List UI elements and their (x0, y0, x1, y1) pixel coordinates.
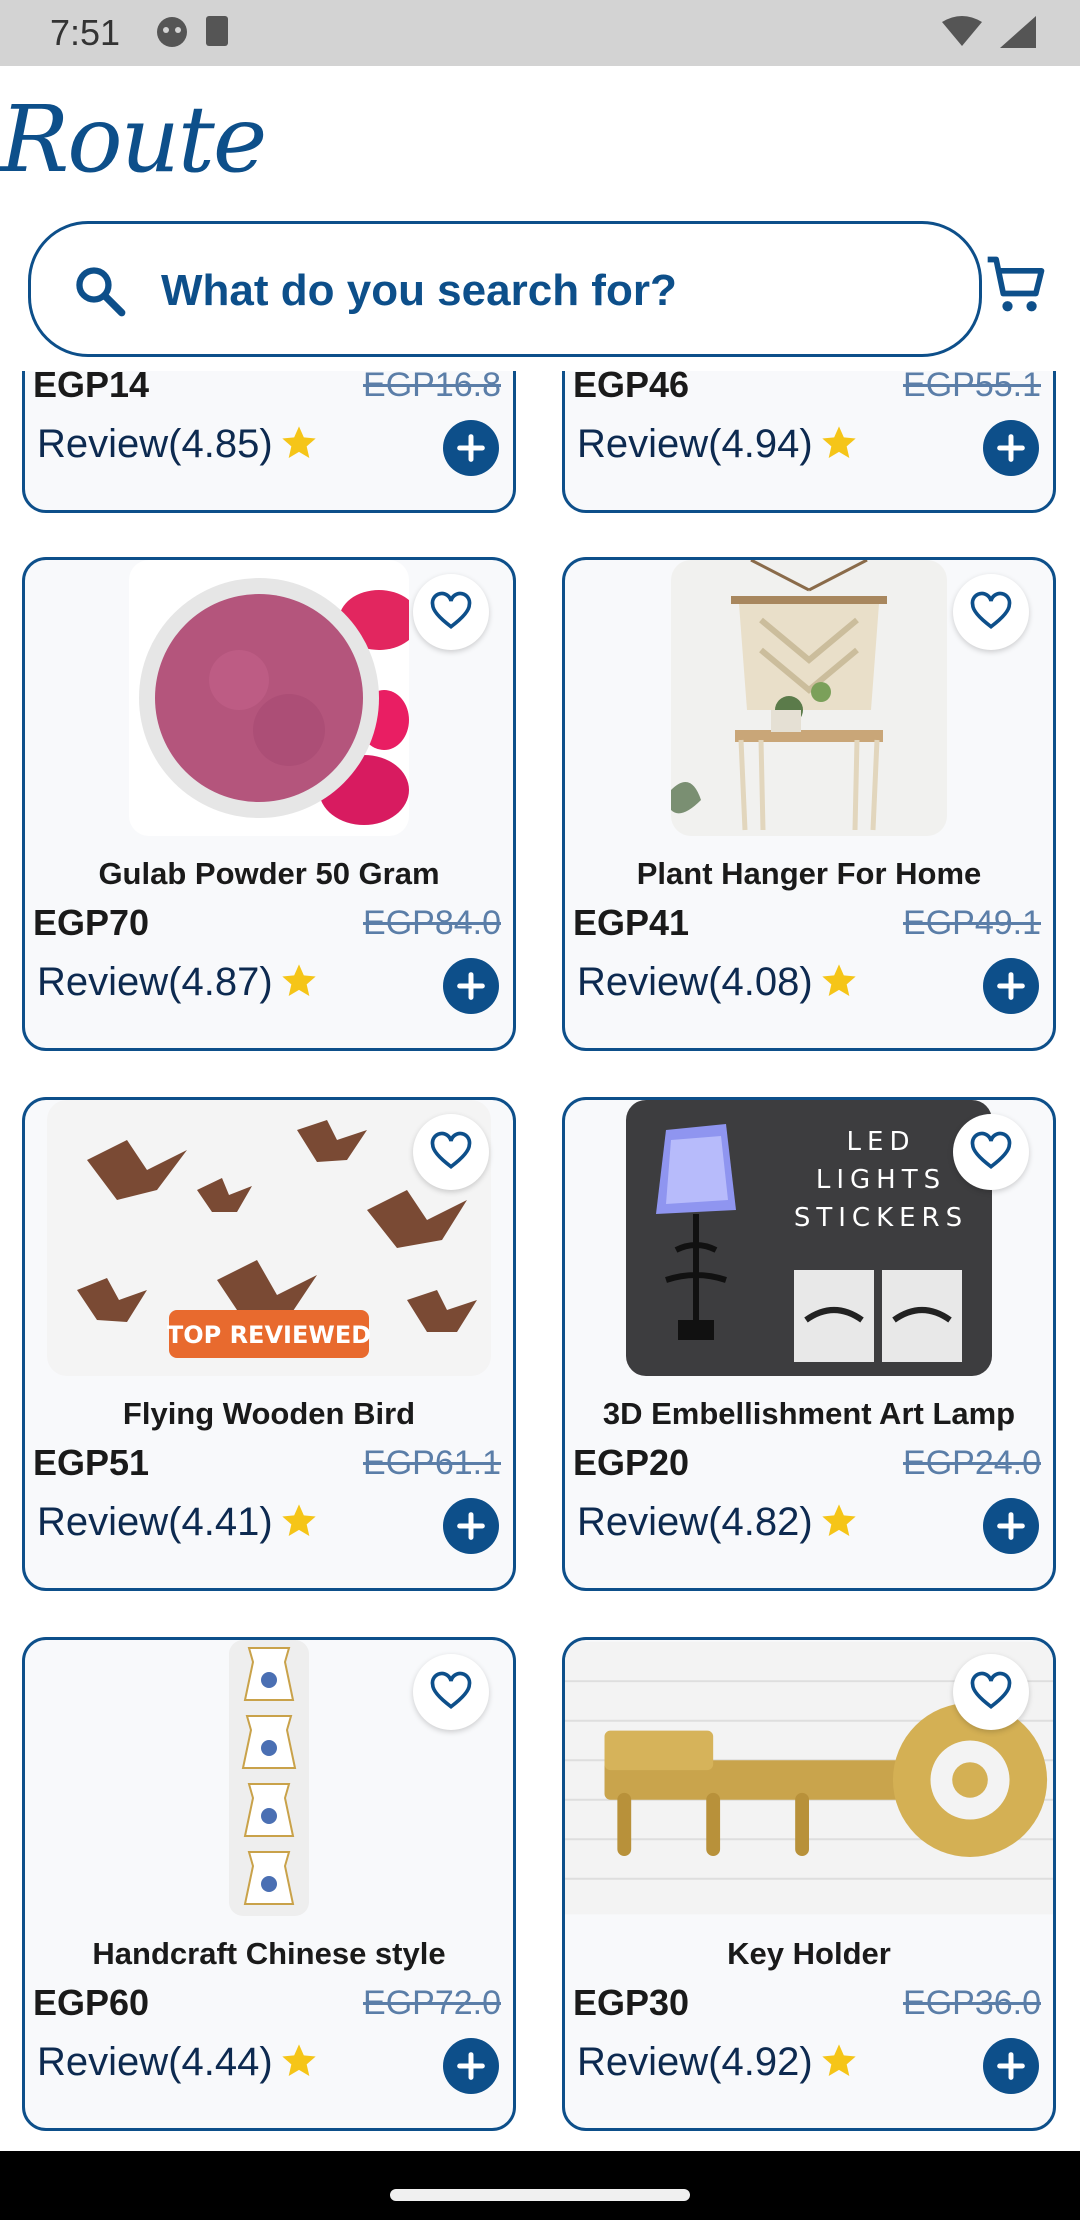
add-to-cart-button[interactable] (443, 958, 499, 1014)
add-to-cart-button[interactable] (983, 2038, 1039, 2094)
image-text-stickers: STICKERS (794, 1203, 968, 1233)
product-price: EGP51 (33, 1442, 150, 1483)
product-old-price: EGP49.1 (903, 904, 1041, 942)
product-review: Review(4.41) (37, 1500, 319, 1545)
add-to-cart-button[interactable] (983, 420, 1039, 476)
product-old-price: EGP84.0 (363, 904, 501, 942)
status-notification-icons (154, 14, 234, 55)
star-icon (821, 426, 856, 458)
product-card[interactable]: TOP REVIEWED Flying Wooden Bird EGP51 EG… (22, 1097, 516, 1591)
product-price: EGP60 (33, 1982, 150, 2023)
star-icon (281, 1504, 316, 1536)
product-card[interactable]: LED LIGHTS STICKERS 3D Embellishment Art… (562, 1097, 1056, 1591)
star-icon (281, 2044, 316, 2076)
favorite-heart-icon[interactable] (953, 574, 1029, 650)
product-title: 3D Embellishment Art Lamp (602, 1396, 1016, 1431)
star-icon (281, 964, 316, 996)
product-grid: EGP14 EGP16.8 Review(4.85) EGP46 EGP55.1… (0, 371, 1080, 2151)
product-review: Review(4.85) (37, 422, 319, 467)
status-bar: 7:51 (0, 0, 1080, 66)
product-price: EGP14 (33, 371, 150, 405)
product-title: Gulab Powder 50 Gram (98, 856, 440, 891)
search-icon[interactable] (71, 262, 129, 320)
product-card[interactable]: Gulab Powder 50 Gram EGP70 EGP84.0 Revie… (22, 557, 516, 1051)
product-price: EGP70 (33, 902, 150, 943)
product-price: EGP46 (573, 371, 690, 405)
favorite-heart-icon[interactable] (413, 1654, 489, 1730)
product-price: EGP20 (573, 1442, 690, 1483)
product-old-price: EGP72.0 (363, 1984, 501, 2022)
add-to-cart-button[interactable] (983, 1498, 1039, 1554)
star-icon (821, 2044, 856, 2076)
product-review: Review(4.94) (577, 422, 859, 467)
product-review: Review(4.82) (577, 1500, 859, 1545)
product-card[interactable]: EGP46 EGP55.1 Review(4.94) (562, 371, 1056, 513)
search-input[interactable] (161, 256, 941, 326)
cat-icon (157, 17, 187, 47)
top-reviewed-badge: TOP REVIEWED (167, 1321, 371, 1349)
add-to-cart-button[interactable] (983, 958, 1039, 1014)
product-title: Flying Wooden Bird (122, 1396, 416, 1431)
product-old-price: EGP61.1 (363, 1444, 501, 1482)
product-review: Review(4.87) (37, 960, 319, 1005)
product-title: Key Holder (727, 1936, 891, 1971)
signal-icon (1000, 16, 1036, 48)
product-card[interactable]: Plant Hanger For Home EGP41 EGP49.1 Revi… (562, 557, 1056, 1051)
product-review: Review(4.08) (577, 960, 859, 1005)
star-icon (821, 1504, 856, 1536)
status-time: 7:51 (50, 12, 121, 53)
product-card[interactable]: EGP14 EGP16.8 Review(4.85) (22, 371, 516, 513)
sd-card-icon (206, 16, 228, 46)
star-icon (821, 964, 856, 996)
search-box[interactable] (28, 221, 982, 357)
cart-icon[interactable] (982, 251, 1050, 319)
search-bar-area (0, 221, 1080, 371)
add-to-cart-button[interactable] (443, 2038, 499, 2094)
product-review: Review(4.92) (577, 2040, 859, 2085)
favorite-heart-icon[interactable] (413, 574, 489, 650)
product-card[interactable]: Key Holder EGP30 EGP36.0 Review(4.92) (562, 1637, 1056, 2131)
product-card[interactable]: Handcraft Chinese style EGP60 EGP72.0 Re… (22, 1637, 516, 2131)
product-old-price: EGP16.8 (363, 371, 501, 404)
favorite-heart-icon[interactable] (413, 1114, 489, 1190)
status-system-icons (940, 14, 1040, 55)
star-icon (281, 426, 316, 458)
product-old-price: EGP24.0 (903, 1444, 1041, 1482)
home-gesture-handle[interactable] (390, 2189, 690, 2201)
wifi-icon (942, 16, 982, 46)
route-logo: Route (0, 86, 267, 193)
add-to-cart-button[interactable] (443, 420, 499, 476)
product-price: EGP41 (573, 902, 690, 943)
product-old-price: EGP55.1 (903, 371, 1041, 404)
product-review: Review(4.44) (37, 2040, 319, 2085)
app-header: Route (0, 66, 1080, 221)
product-title: Handcraft Chinese style (92, 1936, 446, 1971)
image-text-lights: LIGHTS (816, 1165, 946, 1195)
product-old-price: EGP36.0 (903, 1984, 1041, 2022)
product-title: Plant Hanger For Home (636, 856, 982, 891)
favorite-heart-icon[interactable] (953, 1654, 1029, 1730)
system-navigation-bar (0, 2151, 1080, 2220)
image-text-led: LED (847, 1127, 916, 1157)
favorite-heart-icon[interactable] (953, 1114, 1029, 1190)
product-price: EGP30 (573, 1982, 690, 2023)
add-to-cart-button[interactable] (443, 1498, 499, 1554)
